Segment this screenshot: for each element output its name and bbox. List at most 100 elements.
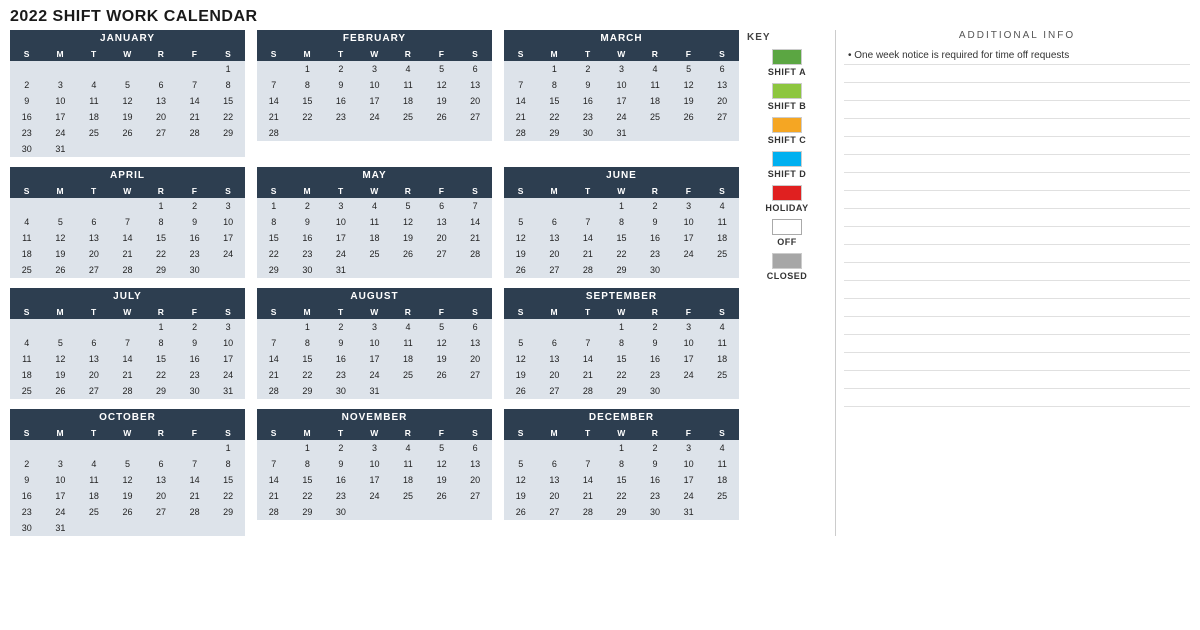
calendar-cell: 2 (324, 440, 358, 456)
calendar-cell: 9 (178, 214, 212, 230)
calendar-cell (211, 141, 245, 157)
key-item-closed: CLOSED (747, 253, 827, 281)
day-header: W (358, 426, 392, 440)
calendar-cell: 24 (324, 246, 358, 262)
calendar-cell: 25 (705, 488, 739, 504)
calendar-cell: 1 (291, 319, 325, 335)
calendar-cell: 16 (178, 230, 212, 246)
calendar-cell: 2 (10, 77, 44, 93)
calendar-cell: 12 (504, 472, 538, 488)
key-color-box (772, 117, 802, 133)
calendar-cell (111, 61, 145, 77)
calendar-cell: 4 (391, 319, 425, 335)
key-item-off: OFF (747, 219, 827, 247)
calendar-cell: 15 (291, 472, 325, 488)
info-rows: • One week notice is required for time o… (844, 47, 1190, 407)
calendar-cell: 9 (10, 472, 44, 488)
calendar-cell: 1 (211, 440, 245, 456)
calendar-cell: 10 (672, 214, 706, 230)
calendar-cell: 22 (538, 109, 572, 125)
calendar-cell: 25 (705, 246, 739, 262)
day-header: S (705, 184, 739, 198)
calendar-cell (504, 440, 538, 456)
day-header: S (211, 426, 245, 440)
calendar-cell: 12 (672, 77, 706, 93)
calendar-cell: 9 (324, 335, 358, 351)
key-item-shift-d: SHIFT D (747, 151, 827, 179)
calendar-cell: 2 (638, 319, 672, 335)
day-header: W (358, 184, 392, 198)
calendar-cell: 13 (538, 230, 572, 246)
calendar-cell: 28 (178, 125, 212, 141)
day-header: R (638, 47, 672, 61)
calendar-cell (144, 61, 178, 77)
key-label: OFF (777, 237, 797, 247)
calendar-cell: 31 (324, 262, 358, 278)
calendar-cell (391, 262, 425, 278)
calendar-cell: 2 (571, 61, 605, 77)
calendar-cell (504, 319, 538, 335)
calendar-cell: 1 (211, 61, 245, 77)
calendar-table: SMTWRFS123456789101112131415161718192021… (504, 305, 739, 399)
calendar-cell: 11 (705, 335, 739, 351)
calendar-cell: 7 (458, 198, 492, 214)
calendar-cell: 26 (504, 504, 538, 520)
key-item-holiday: HOLIDAY (747, 185, 827, 213)
day-header: M (44, 426, 78, 440)
calendar-cell: 4 (705, 440, 739, 456)
info-row (844, 335, 1190, 353)
calendar-header: JULY (10, 288, 245, 305)
calendar-cell: 29 (291, 504, 325, 520)
calendar-cell (77, 141, 111, 157)
calendar-cell: 7 (571, 456, 605, 472)
day-header: S (504, 305, 538, 319)
calendar-cell: 19 (425, 472, 459, 488)
calendar-header: OCTOBER (10, 409, 245, 426)
info-row (844, 65, 1190, 83)
calendar-cell: 6 (538, 456, 572, 472)
calendar-cell: 21 (257, 367, 291, 383)
calendar-header: MAY (257, 167, 492, 184)
calendar-cell: 25 (77, 125, 111, 141)
calendar-cell (358, 125, 392, 141)
calendar-cell: 11 (705, 456, 739, 472)
calendar-cell: 3 (358, 61, 392, 77)
calendar-table: SMTWRFS123456789101112131415161718192021… (504, 184, 739, 278)
calendar-cell: 12 (425, 77, 459, 93)
day-header: W (111, 184, 145, 198)
key-color-box (772, 151, 802, 167)
calendar-cell: 1 (144, 319, 178, 335)
calendar-cell: 2 (291, 198, 325, 214)
calendar-cell: 1 (257, 198, 291, 214)
day-header: W (605, 47, 639, 61)
calendar-cell: 14 (571, 351, 605, 367)
calendar-cell: 19 (425, 351, 459, 367)
calendar-cell: 30 (638, 262, 672, 278)
calendar-cell: 3 (605, 61, 639, 77)
calendar-cell: 21 (178, 109, 212, 125)
calendar-table: SMTWRFS123456789101112131415161718192021… (10, 305, 245, 399)
calendar-cell: 17 (358, 93, 392, 109)
day-header: T (77, 426, 111, 440)
calendar-cell: 25 (358, 246, 392, 262)
calendar-table: SMTWRFS123456789101112131415161718192021… (257, 184, 492, 278)
calendar-cell: 22 (291, 488, 325, 504)
calendar-cell (44, 198, 78, 214)
calendar-cell: 13 (705, 77, 739, 93)
calendar-cell: 10 (605, 77, 639, 93)
calendar-cell: 9 (10, 93, 44, 109)
calendar-cell: 7 (571, 335, 605, 351)
calendar-cell: 26 (391, 246, 425, 262)
calendar-cell: 8 (291, 77, 325, 93)
calendar-cell: 22 (144, 367, 178, 383)
day-header: W (111, 426, 145, 440)
calendar-cell: 9 (178, 335, 212, 351)
info-row (844, 173, 1190, 191)
calendar-cell: 29 (144, 383, 178, 399)
calendar-cell: 29 (144, 262, 178, 278)
calendar-cell: 27 (538, 262, 572, 278)
day-header: W (605, 184, 639, 198)
calendar-cell: 29 (605, 383, 639, 399)
day-header: S (211, 184, 245, 198)
calendar-cell: 30 (638, 504, 672, 520)
